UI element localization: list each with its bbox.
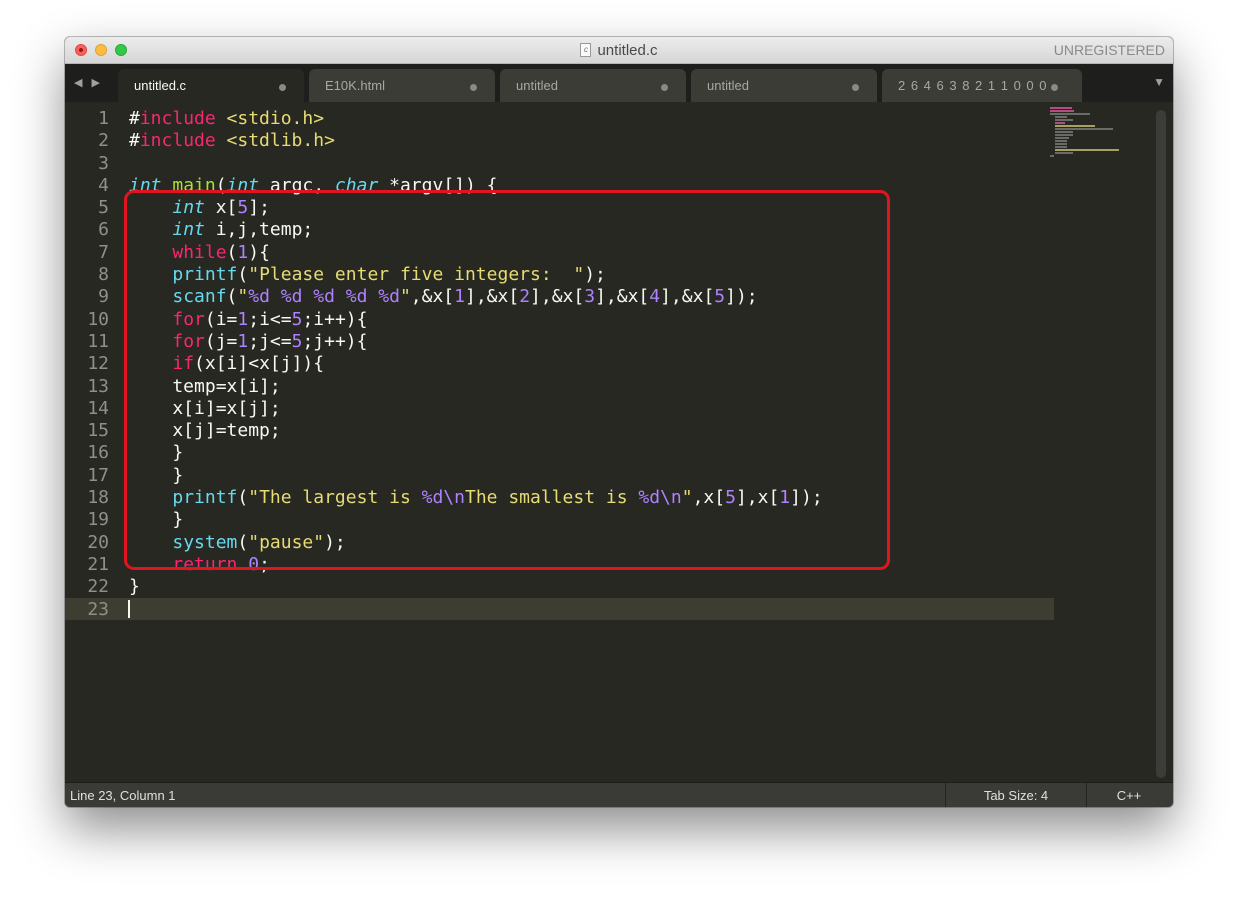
tab-untitled-1[interactable]: untitled bbox=[500, 69, 686, 102]
status-bar: Line 23, Column 1 Tab Size: 4 C++ bbox=[65, 782, 1173, 807]
line-number: 10 bbox=[87, 308, 109, 330]
tab-label: 2 6 4 6 3 8 2 1 1 0 0 0 bbox=[898, 78, 1048, 93]
code-token: # bbox=[129, 108, 140, 129]
line-number: 23 bbox=[87, 598, 109, 620]
minimap-line bbox=[1050, 113, 1090, 115]
line-number: 2 bbox=[98, 130, 109, 152]
unregistered-label: UNREGISTERED bbox=[1053, 42, 1165, 58]
tab-label: untitled.c bbox=[134, 78, 187, 93]
code-editor[interactable]: 1 2 3 4 5 6 7 8 9 10 11 12 13 14 15 16 1… bbox=[65, 102, 1173, 782]
minimap-line bbox=[1055, 131, 1073, 133]
unsaved-dot-icon[interactable] bbox=[1051, 84, 1058, 91]
line-number: 19 bbox=[87, 509, 109, 531]
minimap-line bbox=[1055, 146, 1067, 148]
tab-numbers[interactable]: 2 6 4 6 3 8 2 1 1 0 0 0 bbox=[882, 69, 1082, 102]
line-number: 7 bbox=[98, 241, 109, 263]
code-token: include bbox=[139, 108, 216, 129]
line-number: 21 bbox=[87, 553, 109, 575]
unsaved-dot-icon[interactable] bbox=[279, 84, 286, 91]
unsaved-dot-icon[interactable] bbox=[661, 84, 668, 91]
code-token: # bbox=[129, 130, 140, 152]
line-number: 18 bbox=[87, 487, 109, 509]
minimap-line bbox=[1055, 125, 1095, 127]
cursor-position: Line 23, Column 1 bbox=[70, 788, 176, 803]
line-number: 15 bbox=[87, 420, 109, 442]
tab-size-selector[interactable]: Tab Size: 4 bbox=[945, 783, 1087, 807]
minimap-line bbox=[1055, 143, 1067, 145]
minimap-line bbox=[1055, 152, 1073, 154]
annotation-highlight-box bbox=[124, 190, 890, 570]
c-file-icon: c bbox=[580, 43, 592, 57]
line-number: 9 bbox=[98, 286, 109, 308]
vertical-scrollbar[interactable] bbox=[1156, 110, 1166, 778]
tab-untitled-2[interactable]: untitled bbox=[691, 69, 877, 102]
line-number: 14 bbox=[87, 397, 109, 419]
minimap-line bbox=[1055, 140, 1067, 142]
line-number: 12 bbox=[87, 353, 109, 375]
tab-untitled-c[interactable]: untitled.c bbox=[118, 69, 304, 102]
minimap-line bbox=[1055, 137, 1069, 139]
minimap-line bbox=[1055, 134, 1073, 136]
line-number: 3 bbox=[98, 152, 109, 174]
tab-label: untitled bbox=[516, 78, 558, 93]
line-number: 20 bbox=[87, 531, 109, 553]
tab-bar: ◀ ▶ untitled.c E10K.html untitled untitl… bbox=[65, 64, 1173, 102]
minimap[interactable] bbox=[1050, 106, 1140, 166]
code-token: <stdlib.h> bbox=[215, 130, 335, 152]
title-bar: c untitled.c UNREGISTERED bbox=[65, 37, 1173, 64]
code-line-1: #include <stdio.h> bbox=[129, 108, 1089, 130]
tab-label: E10K.html bbox=[325, 78, 385, 93]
line-number: 11 bbox=[87, 330, 109, 352]
code-token: include bbox=[139, 130, 216, 152]
line-number: 13 bbox=[87, 375, 109, 397]
code-token: <stdio.h> bbox=[215, 108, 325, 129]
window-title: untitled.c bbox=[597, 41, 658, 59]
tab-label: untitled bbox=[707, 78, 749, 93]
line-number: 4 bbox=[98, 174, 109, 196]
unsaved-dot-icon[interactable] bbox=[470, 84, 477, 91]
tab-nav-arrows-icon[interactable]: ◀ ▶ bbox=[74, 76, 103, 89]
line-number: 22 bbox=[87, 576, 109, 598]
line-number: 1 bbox=[98, 108, 109, 129]
code-line-22: } bbox=[129, 576, 140, 598]
editor-window: c untitled.c UNREGISTERED ◀ ▶ untitled.c… bbox=[65, 37, 1173, 807]
line-number: 8 bbox=[98, 264, 109, 286]
minimap-line bbox=[1050, 155, 1054, 157]
line-number: 17 bbox=[87, 464, 109, 486]
tab-e10k-html[interactable]: E10K.html bbox=[309, 69, 495, 102]
minimap-line bbox=[1055, 122, 1065, 124]
text-cursor bbox=[128, 600, 130, 618]
minimap-line bbox=[1050, 107, 1072, 109]
minimap-line bbox=[1050, 110, 1074, 112]
syntax-selector[interactable]: C++ bbox=[1085, 783, 1173, 807]
minimap-line bbox=[1055, 119, 1073, 121]
line-number: 16 bbox=[87, 442, 109, 464]
minimap-line bbox=[1055, 149, 1119, 151]
tab-list-dropdown-icon[interactable]: ▼ bbox=[1153, 75, 1165, 89]
minimap-line bbox=[1055, 116, 1067, 118]
line-number: 6 bbox=[98, 219, 109, 241]
code-line-2: #include <stdlib.h> bbox=[129, 130, 1089, 152]
minimap-line bbox=[1055, 128, 1113, 130]
unsaved-dot-icon[interactable] bbox=[852, 84, 859, 91]
line-number-gutter: 1 2 3 4 5 6 7 8 9 10 11 12 13 14 15 16 1… bbox=[65, 108, 109, 621]
line-number: 5 bbox=[98, 197, 109, 219]
